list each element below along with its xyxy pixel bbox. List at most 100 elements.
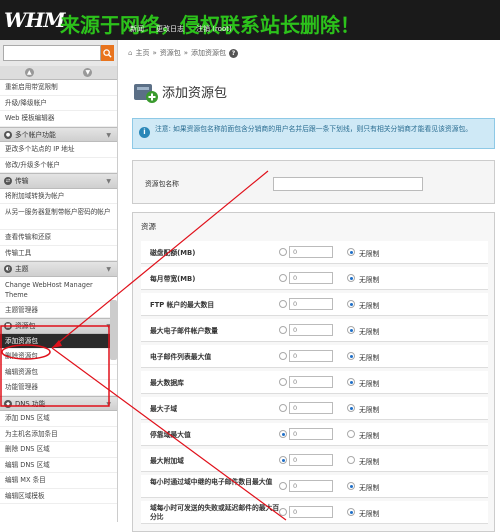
group-label: 多个帐户功能 — [15, 130, 56, 139]
sidebar-item[interactable]: 编辑资源包 — [0, 365, 117, 380]
limit-value-input[interactable]: 0 — [289, 246, 333, 258]
unlimited-radio[interactable] — [347, 456, 355, 464]
sidebar-item[interactable]: 编辑 DNS 区域 — [0, 458, 117, 473]
limit-value-radio[interactable] — [279, 482, 287, 490]
unlimited-label: 无限制 — [359, 380, 380, 388]
limit-value-input[interactable]: 0 — [289, 298, 333, 310]
resource-label: 电子邮件列表最大值 — [150, 353, 212, 361]
sidebar-group-theme[interactable]: ◐ 主题 ▼ — [0, 261, 117, 277]
chevron-down-icon: ▼ — [106, 131, 111, 139]
unlimited-radio[interactable] — [347, 248, 355, 256]
limit-value-radio[interactable] — [279, 378, 287, 386]
sidebar-item[interactable]: 更改多个站点的 IP 地址 — [0, 142, 117, 158]
notice-box: i 注意: 如果资源包名称前面包含分销商的用户名并后跟一条下划线，则只有相关分销… — [132, 118, 495, 149]
sidebar-item[interactable]: 修改/升级多个帐户 — [0, 158, 117, 173]
resource-label: 最大子域 — [150, 405, 178, 413]
sidebar-item[interactable]: 编辑区域模板 — [0, 489, 117, 504]
sidebar-item[interactable]: 将附加域转换为帐户 — [0, 189, 117, 204]
sidebar-item[interactable]: 查看传输和还原 — [0, 230, 117, 246]
transfer-icon: ⇄ — [4, 177, 12, 185]
limit-value-radio[interactable] — [279, 430, 287, 438]
sidebar-item[interactable]: 添加 DNS 区域 — [0, 411, 117, 427]
limit-value-input[interactable]: 0 — [289, 402, 333, 414]
resource-label: 磁盘配额(MB) — [150, 249, 196, 257]
unlimited-radio[interactable] — [347, 300, 355, 308]
unlimited-radio[interactable] — [347, 430, 355, 438]
expand-all-icon[interactable]: ▲ — [24, 68, 34, 77]
limit-value-input[interactable]: 0 — [289, 376, 333, 388]
group-label: 主题 — [15, 265, 29, 273]
limit-value-input[interactable]: 0 — [289, 350, 333, 362]
dns-icon: ◆ — [4, 399, 12, 408]
home-icon: ⌂ — [128, 49, 133, 57]
sidebar-item[interactable]: 编辑 MX 条目 — [0, 473, 117, 489]
unlimited-radio[interactable] — [347, 508, 355, 516]
search-input[interactable] — [3, 45, 101, 61]
breadcrumb-section[interactable]: 资源包 — [160, 48, 181, 58]
nav-changelog[interactable]: 更改日志 — [156, 24, 184, 34]
limit-value-radio[interactable] — [279, 300, 287, 308]
limit-value-radio[interactable] — [279, 352, 287, 360]
unlimited-radio[interactable] — [347, 352, 355, 360]
sidebar-group-packages[interactable]: ■ 资源包 ▼ — [0, 318, 117, 334]
limit-value-input[interactable]: 0 — [289, 428, 333, 440]
sidebar-item[interactable]: Change WebHost Manager Theme — [0, 277, 117, 303]
collapse-row: ▲ ▼ — [0, 66, 117, 80]
sidebar-item[interactable]: 从另一服务器复制带帐户密码的帐户 — [0, 204, 117, 230]
search-button[interactable] — [101, 45, 114, 61]
unlimited-radio[interactable] — [347, 404, 355, 412]
unlimited-label: 无限制 — [359, 302, 380, 310]
nav-logout[interactable]: 注销 (root) — [196, 24, 232, 34]
unlimited-label: 无限制 — [359, 276, 380, 284]
nav-news[interactable]: 新闻 — [130, 24, 144, 34]
limit-value-radio[interactable] — [279, 456, 287, 464]
resource-row: 停靠域最大值 0 无限制 — [141, 423, 488, 446]
package-name-input[interactable] — [273, 177, 423, 191]
package-icon: ■ — [4, 322, 12, 330]
resource-label: 最大电子邮件帐户数量 — [150, 327, 218, 335]
sidebar-search — [0, 40, 117, 66]
sidebar-group-dns[interactable]: ◆ DNS 功能 ▼ — [0, 395, 117, 411]
sidebar-scrollbar[interactable] — [110, 300, 117, 360]
group-label: 传输 — [15, 177, 29, 185]
sidebar-item[interactable]: 重新启用带宽限制 — [0, 80, 117, 96]
limit-value-radio[interactable] — [279, 508, 287, 516]
limit-value-radio[interactable] — [279, 274, 287, 282]
unlimited-radio[interactable] — [347, 326, 355, 334]
limit-value-input[interactable]: 0 — [289, 454, 333, 466]
whm-logo[interactable]: WHM — [4, 8, 65, 32]
sidebar-item[interactable]: 功能管理器 — [0, 380, 117, 396]
sidebar-item[interactable]: Web 模板编辑器 — [0, 111, 117, 127]
limit-value-input[interactable]: 0 — [289, 272, 333, 284]
resource-row: 磁盘配额(MB) 0 无限制 — [141, 241, 488, 264]
help-icon[interactable]: ? — [229, 48, 239, 58]
resource-row: 每月带宽(MB) 0 无限制 — [141, 267, 488, 290]
chevron-down-icon: ▼ — [106, 178, 111, 185]
info-icon: i — [139, 127, 150, 138]
breadcrumb: ⌂ 主页 » 资源包 » 添加资源包 ? — [128, 48, 239, 58]
limit-value-radio[interactable] — [279, 404, 287, 412]
limit-value-input[interactable]: 0 — [289, 324, 333, 336]
sidebar-group-multi-account[interactable]: ● 多个帐户功能 ▼ — [0, 126, 117, 142]
package-add-icon — [134, 84, 158, 103]
limit-value-input[interactable]: 0 — [289, 506, 333, 518]
unlimited-label: 无限制 — [359, 510, 380, 518]
limit-value-input[interactable]: 0 — [289, 480, 333, 492]
unlimited-radio[interactable] — [347, 274, 355, 282]
sidebar-item[interactable]: 传输工具 — [0, 246, 117, 261]
top-nav: 新闻 更改日志 注销 (root) — [130, 24, 232, 34]
sidebar-item[interactable]: 为主机名添加条目 — [0, 427, 117, 442]
breadcrumb-home[interactable]: 主页 — [135, 48, 149, 58]
limit-value-radio[interactable] — [279, 326, 287, 334]
sidebar-item[interactable]: 主题管理器 — [0, 303, 117, 318]
sidebar-item[interactable]: 升级/降级帐户 — [0, 96, 117, 111]
sidebar-item[interactable]: 删除资源包 — [0, 349, 117, 365]
sidebar-item[interactable]: 删除 DNS 区域 — [0, 442, 117, 458]
unlimited-radio[interactable] — [347, 482, 355, 490]
unlimited-radio[interactable] — [347, 378, 355, 386]
resource-label: 最大数据库 — [150, 379, 184, 387]
limit-value-radio[interactable] — [279, 248, 287, 256]
sidebar-group-transfer[interactable]: ⇄ 传输 ▼ — [0, 173, 117, 189]
sidebar-item-add-package[interactable]: 添加资源包 — [0, 333, 117, 349]
collapse-all-icon[interactable]: ▼ — [83, 68, 93, 77]
